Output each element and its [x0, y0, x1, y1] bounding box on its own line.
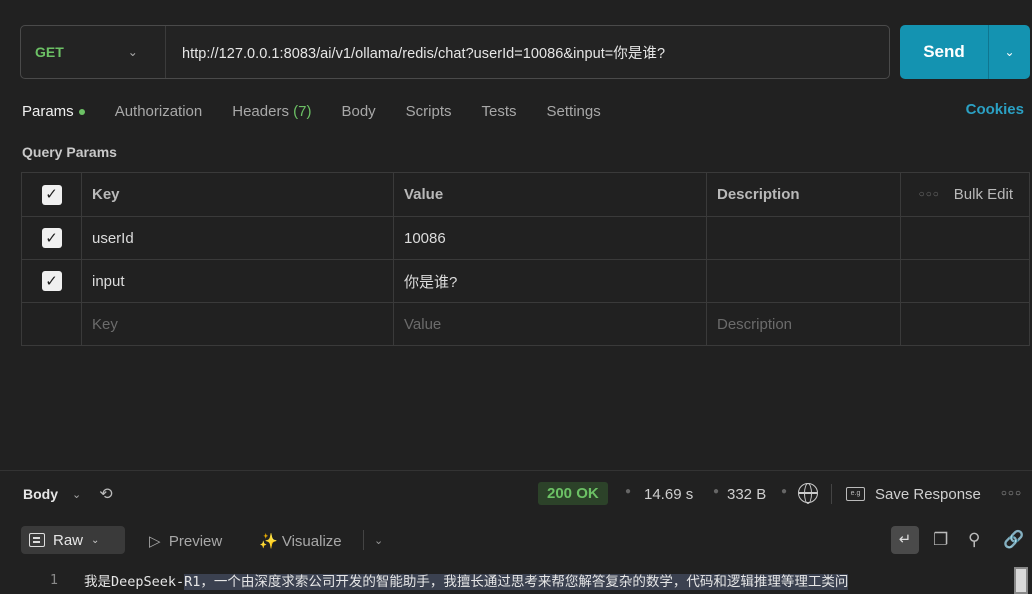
globe-icon[interactable] [798, 483, 818, 504]
response-text[interactable]: 我是DeepSeek-R1，一个由深度求索公司开发的智能助手，我擅长通过思考来帮… [84, 570, 1002, 590]
view-mode-select[interactable]: Raw ⌄ [21, 526, 125, 554]
response-time[interactable]: 14.69 s [644, 486, 693, 503]
line-number: 1 [49, 571, 58, 588]
param-actions [900, 260, 1029, 302]
view-mode-label: Raw [53, 531, 84, 549]
row-checkbox-cell: ✓ [22, 217, 81, 259]
copy-icon[interactable]: ❐ [933, 530, 948, 550]
request-bar: GET ⌄ http://127.0.0.1:8083/ai/v1/ollama… [20, 25, 890, 79]
separator-dot: ● [625, 486, 632, 497]
bulk-edit-cell: ○○○ Bulk Edit [900, 173, 1029, 216]
table-row-new: Key Value Description [22, 302, 1029, 345]
select-all-cell: ✓ [22, 173, 81, 216]
chevron-down-icon[interactable]: ⌄ [374, 534, 383, 547]
param-value[interactable]: 10086 [393, 217, 706, 259]
url-input[interactable]: http://127.0.0.1:8083/ai/v1/ollama/redis… [166, 42, 665, 63]
new-value-input[interactable]: Value [393, 303, 706, 345]
separator-dot: ● [781, 486, 788, 497]
query-params-title: Query Params [22, 144, 117, 160]
row-checkbox[interactable]: ✓ [41, 271, 62, 291]
history-icon[interactable]: ⟲ [99, 484, 112, 504]
method-label: GET [35, 44, 64, 60]
param-value[interactable]: 你是谁? [393, 260, 706, 302]
send-options-chevron-icon[interactable]: ⌄ [989, 45, 1030, 59]
row-checkbox-cell [22, 303, 81, 345]
column-value: Value [393, 173, 706, 216]
param-description[interactable] [706, 217, 900, 259]
tab-headers-label: Headers [232, 102, 289, 120]
preview-label: Preview [168, 533, 223, 550]
save-response-button[interactable]: Save Response [875, 486, 981, 503]
chevron-down-icon: ⌄ [127, 45, 138, 59]
param-key[interactable]: input [81, 260, 393, 302]
request-tabs: Params Authorization Headers (7) Body Sc… [22, 100, 631, 122]
more-options-icon[interactable]: ○○○ [1001, 488, 1022, 499]
tab-body[interactable]: Body [341, 103, 375, 120]
tab-headers[interactable]: Headers (7) [232, 103, 311, 120]
search-icon[interactable]: ⚲ [968, 530, 980, 550]
word-wrap-icon[interactable]: ↵ [891, 526, 919, 554]
row-checkbox-cell: ✓ [22, 260, 81, 302]
link-icon[interactable]: 🔗 [1003, 530, 1024, 550]
response-size[interactable]: 332 B [727, 486, 766, 503]
separator-dot: ● [713, 486, 720, 497]
raw-text-icon [29, 533, 45, 547]
chevron-down-icon[interactable]: ⌄ [72, 488, 81, 501]
response-bar: Body ⌄ ⟲ 200 OK ● 14.69 s ● 332 B ● e.g … [0, 472, 1032, 516]
response-text-prefix: 我是DeepSeek- [84, 573, 185, 590]
send-button[interactable]: Send [900, 42, 988, 62]
tab-params[interactable]: Params [22, 103, 85, 120]
toolbar-divider [831, 484, 832, 504]
viewer-toolbar: Raw ⌄ ▷ Preview ✨ Visualize ⌄ ↵ ❐ ⚲ 🔗 [0, 520, 1032, 560]
table-header-row: ✓ Key Value Description ○○○ Bulk Edit [22, 173, 1029, 216]
method-select[interactable]: GET ⌄ [21, 26, 166, 78]
param-actions [900, 217, 1029, 259]
tab-tests[interactable]: Tests [482, 103, 517, 120]
save-response-icon[interactable]: e.g [846, 487, 865, 501]
response-code-line: 1 我是DeepSeek-R1，一个由深度求索公司开发的智能助手，我擅长通过思考… [0, 565, 1032, 594]
send-button-group: Send ⌄ [900, 25, 1030, 79]
query-params-table: ✓ Key Value Description ○○○ Bulk Edit ✓ u… [21, 172, 1030, 346]
param-description[interactable] [706, 260, 900, 302]
visualize-label: Visualize [281, 533, 342, 550]
tab-authorization[interactable]: Authorization [115, 103, 203, 120]
text-cursor [1014, 567, 1028, 594]
cookies-link[interactable]: Cookies [966, 101, 1024, 118]
param-key[interactable]: userId [81, 217, 393, 259]
column-key: Key [81, 173, 393, 216]
select-all-checkbox[interactable]: ✓ [41, 184, 62, 205]
table-row: ✓ userId 10086 [22, 216, 1029, 259]
preview-button[interactable]: ▷ Preview [149, 532, 222, 550]
row-checkbox[interactable]: ✓ [41, 228, 62, 248]
chevron-down-icon: ⌄ [91, 534, 100, 546]
new-description-input[interactable]: Description [706, 303, 900, 345]
headers-count: (7) [293, 102, 312, 120]
param-actions [900, 303, 1029, 345]
more-options-icon[interactable]: ○○○ [919, 189, 940, 200]
panel-divider[interactable] [0, 470, 1032, 471]
column-description: Description [706, 173, 900, 216]
toolbar-divider [363, 530, 364, 550]
bulk-edit-button[interactable]: Bulk Edit [954, 186, 1013, 203]
response-text-selection: R1，一个由深度求索公司开发的智能助手，我擅长通过思考来帮您解答复杂的数学，代码… [184, 573, 849, 590]
status-badge[interactable]: 200 OK [538, 482, 608, 505]
response-body-tab[interactable]: Body [23, 486, 58, 502]
visualize-button[interactable]: ✨ Visualize [259, 532, 342, 550]
tab-settings[interactable]: Settings [547, 103, 601, 120]
table-row: ✓ input 你是谁? [22, 259, 1029, 302]
tab-scripts[interactable]: Scripts [406, 103, 452, 120]
new-key-input[interactable]: Key [81, 303, 393, 345]
tab-params-label: Params [22, 102, 74, 120]
params-active-dot-icon [78, 108, 85, 115]
